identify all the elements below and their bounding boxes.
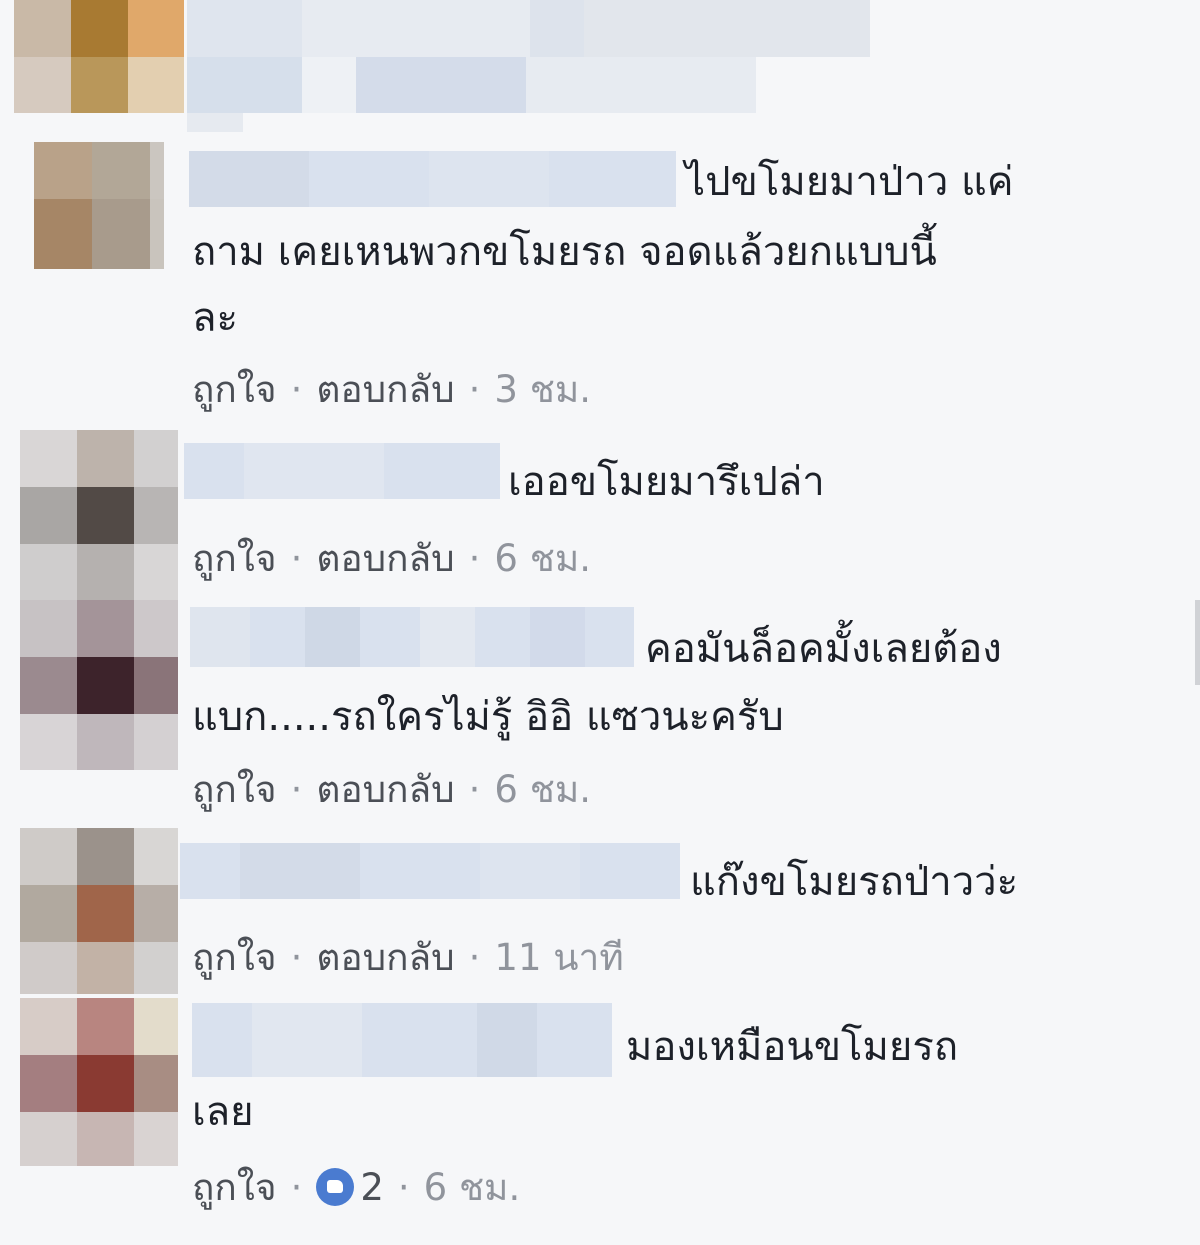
comment-text-line: ละ <box>192 295 238 341</box>
reply-link[interactable]: ตอบกลับ <box>316 368 454 411</box>
separator-dot: · <box>468 936 481 979</box>
comment-actions: ถูกใจ · ตอบกลับ · 3 ชม. <box>192 368 591 412</box>
comment-text-line: มองเหมือนขโมยรถ <box>626 1024 959 1070</box>
comment-timestamp[interactable]: 11 นาที <box>494 936 623 979</box>
reply-link[interactable]: ตอบกลับ <box>316 768 454 811</box>
comment-text-line: แก๊งขโมยรถป่าวว่ะ <box>690 859 1019 905</box>
comment-actions: ถูกใจ · ตอบกลับ · 6 ชม. <box>192 768 591 812</box>
commenter-avatar[interactable] <box>20 430 178 600</box>
blurred-commenter-name[interactable] <box>190 607 634 667</box>
separator-dot: · <box>468 768 481 811</box>
like-link[interactable]: ถูกใจ <box>192 1166 277 1209</box>
separator-dot: · <box>468 368 481 411</box>
blurred-commenter-name[interactable] <box>180 843 680 899</box>
reaction-count[interactable]: 2 <box>360 1166 384 1209</box>
separator-dot: · <box>397 1166 410 1209</box>
reply-link[interactable]: ตอบกลับ <box>316 537 454 580</box>
blurred-commenter-name[interactable] <box>189 151 676 207</box>
separator-dot: · <box>290 936 303 979</box>
pixelated-top-content <box>187 0 870 132</box>
separator-dot: · <box>290 768 303 811</box>
comment-text-line: เลย <box>192 1089 254 1135</box>
comment-actions: ถูกใจ · ตอบกลับ · 11 นาที <box>192 936 624 980</box>
comment-actions: ถูกใจ · 2 · 6 ชม. <box>192 1166 520 1210</box>
separator-dot: · <box>290 1166 303 1209</box>
commenter-avatar[interactable] <box>34 142 164 269</box>
comment-timestamp[interactable]: 3 ชม. <box>494 368 591 411</box>
pixelated-top-avatar <box>14 0 184 113</box>
comment-actions: ถูกใจ · ตอบกลับ · 6 ชม. <box>192 537 591 581</box>
like-link[interactable]: ถูกใจ <box>192 936 277 979</box>
reply-link[interactable]: ตอบกลับ <box>316 936 454 979</box>
like-reaction-icon[interactable] <box>316 1168 355 1206</box>
blurred-commenter-name[interactable] <box>192 1003 612 1077</box>
comment-timestamp[interactable]: 6 ชม. <box>494 768 591 811</box>
separator-dot: · <box>468 537 481 580</box>
separator-dot: · <box>290 537 303 580</box>
separator-dot: · <box>290 368 303 411</box>
like-link[interactable]: ถูกใจ <box>192 537 277 580</box>
commenter-avatar[interactable] <box>20 998 178 1166</box>
comment-text-line: คอมันล็อคมั้งเลยต้อง <box>645 626 1002 672</box>
blurred-commenter-name[interactable] <box>184 443 500 499</box>
commenter-avatar[interactable] <box>20 828 178 994</box>
like-link[interactable]: ถูกใจ <box>192 768 277 811</box>
like-link[interactable]: ถูกใจ <box>192 368 277 411</box>
comment-timestamp[interactable]: 6 ชม. <box>424 1166 521 1209</box>
comment-timestamp[interactable]: 6 ชม. <box>494 537 591 580</box>
comment-text-line: ไปขโมยมาป่าว แค่ <box>685 159 1014 205</box>
comment-text-line: ถาม เคยเหนพวกขโมยรถ จอดแล้วยกแบบนี้ <box>192 229 937 275</box>
comment-text-line: แบก.....รถใครไม่รู้ อิอิ แซวนะครับ <box>192 694 784 740</box>
commenter-avatar[interactable] <box>20 600 178 770</box>
scrollbar-thumb[interactable] <box>1195 600 1200 685</box>
comment-text-line: เออขโมยมารึเปล่า <box>508 459 825 505</box>
